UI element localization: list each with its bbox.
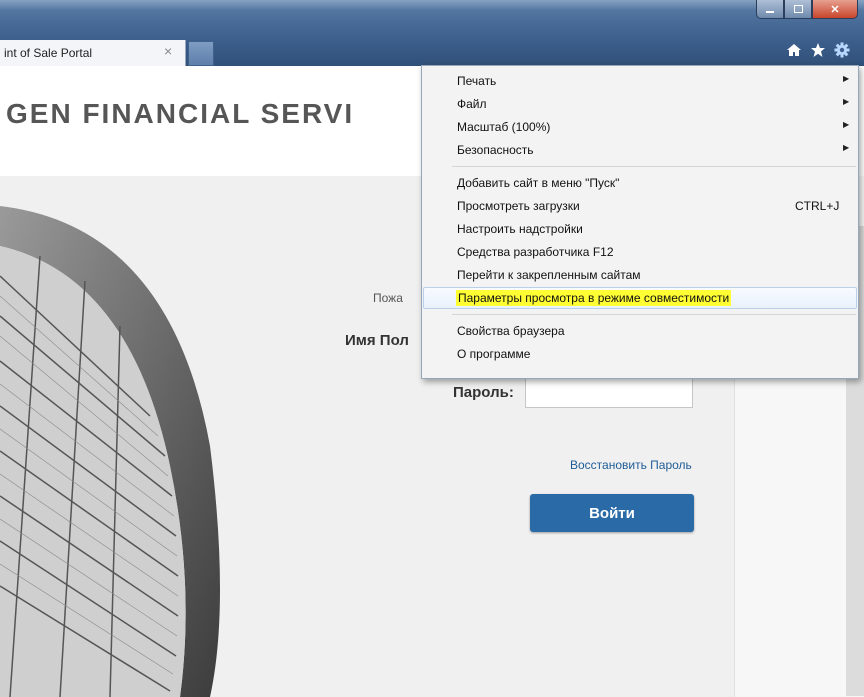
- greeting-text: Пожа: [373, 291, 403, 305]
- menu-item-label: Средства разработчика F12: [457, 245, 614, 259]
- submenu-arrow-icon: ▶: [843, 74, 850, 83]
- new-tab-button[interactable]: [188, 41, 214, 66]
- menu-item-label: О программе: [457, 347, 531, 361]
- menu-item-label: Настроить надстройки: [457, 222, 583, 236]
- browser-toolbar-icons: [786, 42, 850, 58]
- submenu-arrow-icon: ▶: [843, 143, 850, 152]
- username-label: Имя Пол: [345, 332, 409, 349]
- menu-item-print[interactable]: Печать ▶: [423, 70, 857, 92]
- maximize-icon: [793, 5, 803, 13]
- home-icon[interactable]: [786, 42, 802, 58]
- menu-item-zoom[interactable]: Масштаб (100%) ▶: [423, 116, 857, 138]
- menu-item-manage-addons[interactable]: Настроить надстройки: [423, 218, 857, 240]
- menu-item-label: Свойства браузера: [457, 324, 565, 338]
- submenu-arrow-icon: ▶: [843, 97, 850, 106]
- menu-item-internet-options[interactable]: Свойства браузера: [423, 320, 857, 342]
- menu-item-about[interactable]: О программе: [423, 343, 857, 365]
- menu-item-view-downloads[interactable]: Просмотреть загрузки CTRL+J: [423, 195, 857, 217]
- menu-separator: [452, 314, 856, 315]
- spiral-staircase-image: [0, 186, 240, 697]
- menu-item-label: Просмотреть загрузки: [457, 199, 580, 213]
- close-icon: ✕: [830, 3, 840, 16]
- menu-item-label: Безопасность: [457, 143, 534, 157]
- maximize-button[interactable]: [784, 0, 812, 19]
- tools-menu: Печать ▶ Файл ▶ Масштаб (100%) ▶ Безопас…: [421, 65, 859, 379]
- menu-item-add-to-start[interactable]: Добавить сайт в меню "Пуск": [423, 172, 857, 194]
- minimize-icon: [766, 11, 774, 13]
- menu-item-label: Параметры просмотра в режиме совместимос…: [456, 290, 732, 306]
- menu-item-developer-tools[interactable]: Средства разработчика F12: [423, 241, 857, 263]
- menu-item-label: Перейти к закрепленным сайтам: [457, 268, 641, 282]
- menu-item-label: Масштаб (100%): [457, 120, 551, 134]
- menu-item-pinned-sites[interactable]: Перейти к закрепленным сайтам: [423, 264, 857, 286]
- submenu-arrow-icon: ▶: [843, 120, 850, 129]
- password-input[interactable]: [525, 375, 693, 408]
- browser-tab[interactable]: int of Sale Portal ×: [0, 40, 186, 66]
- menu-item-shortcut: CTRL+J: [795, 199, 840, 213]
- tab-close-icon[interactable]: ×: [164, 43, 172, 59]
- login-button[interactable]: Войти: [530, 494, 694, 532]
- password-label: Пароль:: [453, 384, 514, 401]
- close-button[interactable]: ✕: [812, 0, 858, 19]
- favorites-star-icon[interactable]: [810, 42, 826, 58]
- menu-item-label: Файл: [457, 97, 487, 111]
- minimize-button[interactable]: [756, 0, 784, 19]
- menu-item-compatibility-view-settings[interactable]: Параметры просмотра в режиме совместимос…: [423, 287, 857, 309]
- tools-gear-icon[interactable]: [834, 42, 850, 58]
- recover-password-link[interactable]: Восстановить Пароль: [570, 458, 692, 472]
- tab-title: int of Sale Portal: [4, 46, 93, 60]
- company-brand-title: GEN FINANCIAL SERVI: [6, 98, 355, 129]
- menu-item-safety[interactable]: Безопасность ▶: [423, 139, 857, 161]
- window-controls: ✕: [756, 0, 858, 20]
- menu-item-label: Добавить сайт в меню "Пуск": [457, 176, 620, 190]
- menu-separator: [452, 166, 856, 167]
- menu-item-label: Печать: [457, 74, 497, 88]
- menu-item-file[interactable]: Файл ▶: [423, 93, 857, 115]
